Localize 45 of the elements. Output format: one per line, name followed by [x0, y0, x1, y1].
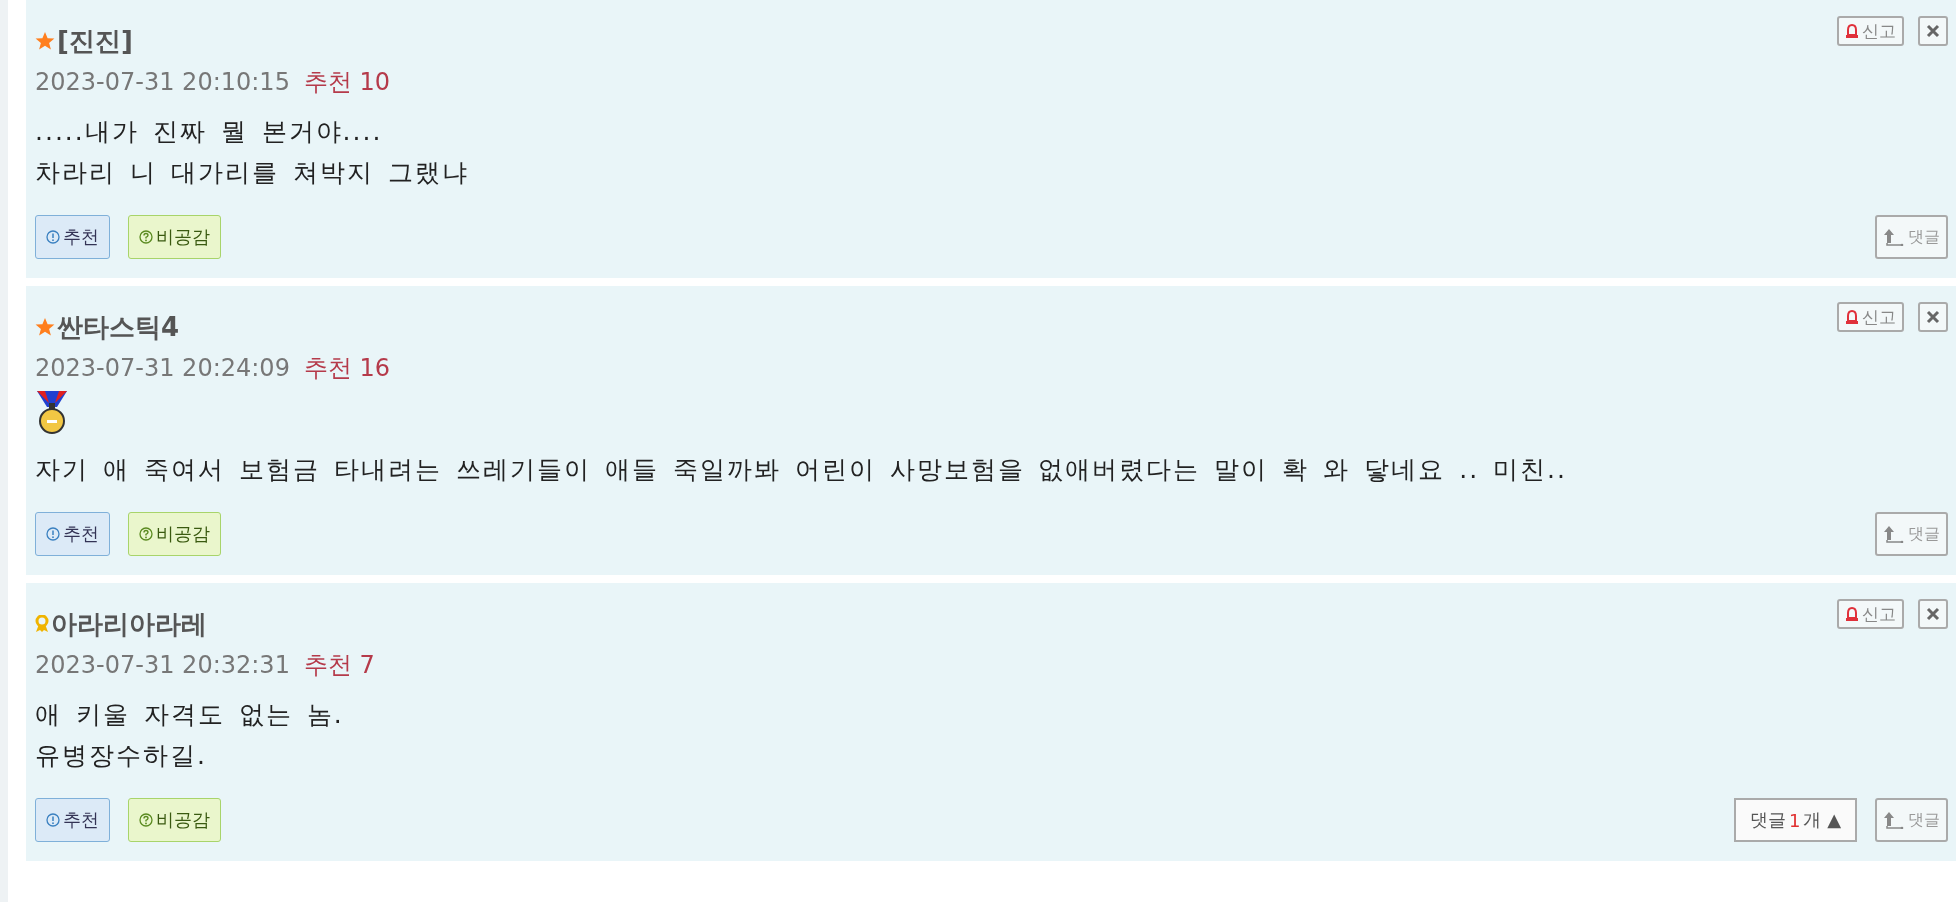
comment-text: .....내가 진짜 뭘 본거야....	[35, 116, 384, 148]
like-count: 추천 7	[303, 651, 375, 679]
exclamation-icon	[46, 813, 60, 827]
comment-text: 자기 애 죽여서 보험금 타내려는 쓰레기들이 애들 죽일까봐 어린이 사망보험을 없애버렸다는 말이 확 와 닿네요 .. 미친..	[35, 454, 1567, 486]
author-name[interactable]: [진진]	[57, 23, 133, 59]
exclamation-icon	[46, 230, 60, 244]
comment-text: 애 키울 자격도 없는 놈.	[35, 699, 344, 731]
author-name[interactable]: 아라리아라레	[51, 606, 207, 642]
comment-text: 차라리 니 대가리를 쳐박지 그랬냐	[35, 157, 469, 189]
replies-toggle[interactable]: 댓글 1 개 ▲	[1733, 798, 1857, 842]
report-button[interactable]: 신고	[1837, 16, 1904, 46]
siren-icon	[1845, 24, 1859, 38]
close-icon	[1926, 24, 1940, 38]
star-icon	[35, 317, 55, 337]
siren-icon	[1845, 310, 1859, 324]
star-icon	[35, 31, 55, 51]
report-button[interactable]: 신고	[1837, 599, 1904, 629]
comment-date: 2023-07-31 20:10:15	[35, 68, 290, 96]
disagree-button[interactable]: 비공감	[128, 512, 221, 556]
author-name[interactable]: 싼타스틱4	[57, 309, 180, 345]
close-icon	[1926, 310, 1940, 324]
recommend-button[interactable]: 추천	[35, 512, 110, 556]
like-count: 추천 16	[303, 354, 391, 382]
disagree-button[interactable]: 비공감	[128, 798, 221, 842]
ribbon-icon	[35, 615, 49, 633]
reply-icon	[1883, 525, 1905, 543]
recommend-button[interactable]: 추천	[35, 798, 110, 842]
comment-date: 2023-07-31 20:32:31	[35, 651, 290, 679]
like-count: 추천 10	[303, 68, 391, 96]
question-icon	[139, 527, 153, 541]
reply-icon	[1883, 811, 1905, 829]
comment-date: 2023-07-31 20:24:09	[35, 354, 290, 382]
reply-icon	[1883, 228, 1905, 246]
close-button[interactable]	[1918, 16, 1948, 46]
exclamation-icon	[46, 527, 60, 541]
question-icon	[139, 230, 153, 244]
question-icon	[139, 813, 153, 827]
recommend-button[interactable]: 추천	[35, 215, 110, 259]
disagree-button[interactable]: 비공감	[128, 215, 221, 259]
siren-icon	[1845, 607, 1859, 621]
comment-text: 유병장수하길.	[35, 740, 208, 772]
close-button[interactable]	[1918, 599, 1948, 629]
report-button[interactable]: 신고	[1837, 302, 1904, 332]
close-icon	[1926, 607, 1940, 621]
close-button[interactable]	[1918, 302, 1948, 332]
